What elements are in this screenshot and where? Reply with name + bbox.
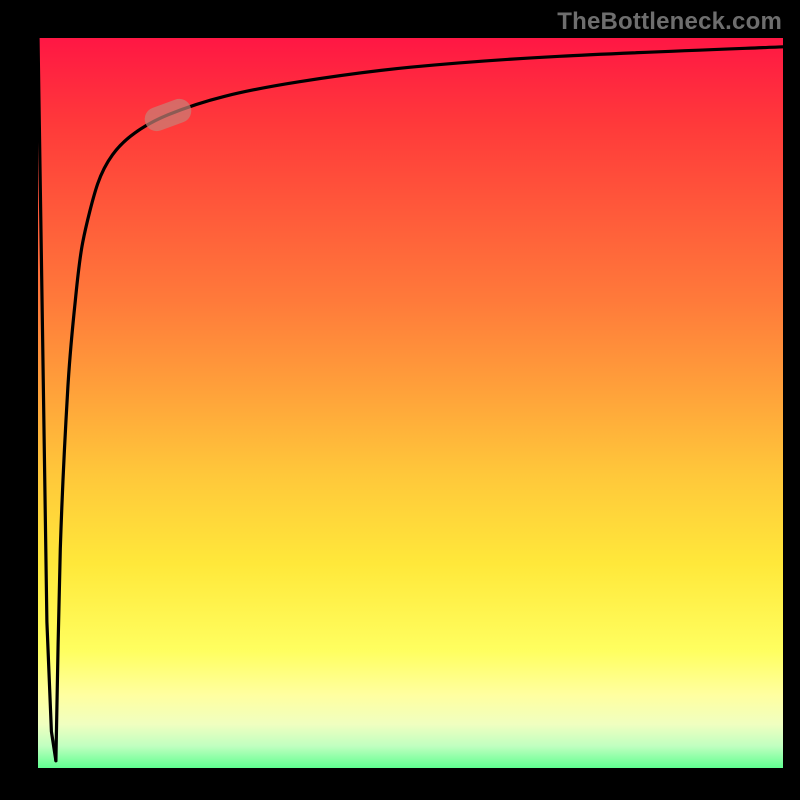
curve-marker[interactable] [142, 95, 195, 134]
main-curve-path [56, 47, 783, 761]
curve-layer [38, 38, 783, 768]
plot-area [38, 38, 783, 768]
chart-container: TheBottleneck.com [0, 0, 800, 800]
watermark-text: TheBottleneck.com [557, 8, 782, 36]
lobe-path [38, 38, 56, 761]
